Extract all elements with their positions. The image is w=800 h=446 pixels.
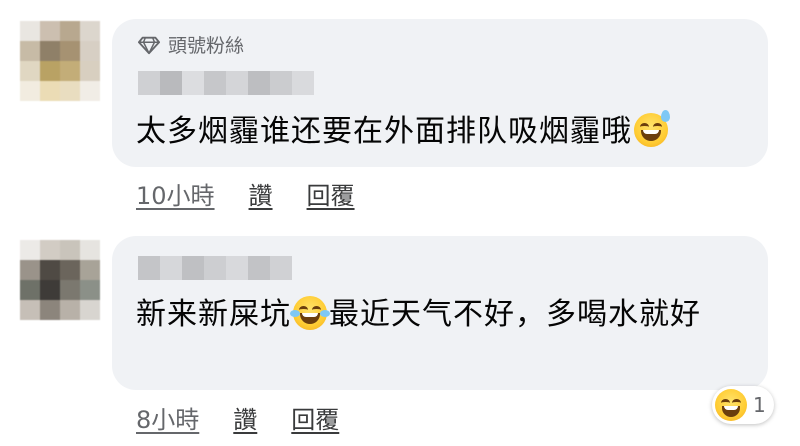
comment-bubble: 新来新屎坑 最近天气不好，多喝水就好 [112, 236, 768, 390]
reply-button[interactable]: 回覆 [307, 176, 355, 211]
avatar[interactable] [20, 21, 100, 101]
timestamp-link[interactable]: 8小時 [136, 400, 199, 435]
author-name-blurred[interactable] [138, 71, 314, 95]
avatar[interactable] [20, 240, 100, 320]
comment-bubble: 頭號粉絲 太多烟霾谁还要在外面排队吸烟霾哦 [112, 19, 768, 167]
reaction-summary[interactable]: 1 [712, 386, 774, 424]
like-button[interactable]: 讚 [249, 176, 273, 211]
diamond-icon [138, 36, 160, 54]
reaction-count: 1 [753, 393, 766, 417]
reply-button[interactable]: 回覆 [291, 400, 339, 435]
badge-label: 頭號粉絲 [168, 35, 245, 57]
comment-text: 新来新屎坑 最近天气不好，多喝水就好 [136, 296, 701, 332]
laughing-squint-icon [715, 389, 747, 421]
timestamp-link[interactable]: 10小時 [136, 176, 215, 211]
comment-actions: 10小時 讚 回覆 [136, 176, 355, 211]
like-button[interactable]: 讚 [233, 400, 257, 435]
laughing-tears-icon [290, 296, 330, 330]
top-fan-badge[interactable]: 頭號粉絲 [138, 31, 244, 58]
author-name-blurred[interactable] [138, 256, 292, 280]
comment-actions: 8小時 讚 回覆 [136, 400, 339, 435]
grinning-sweat-icon [634, 110, 670, 147]
comment-text: 太多烟霾谁还要在外面排队吸烟霾哦 [136, 110, 746, 153]
